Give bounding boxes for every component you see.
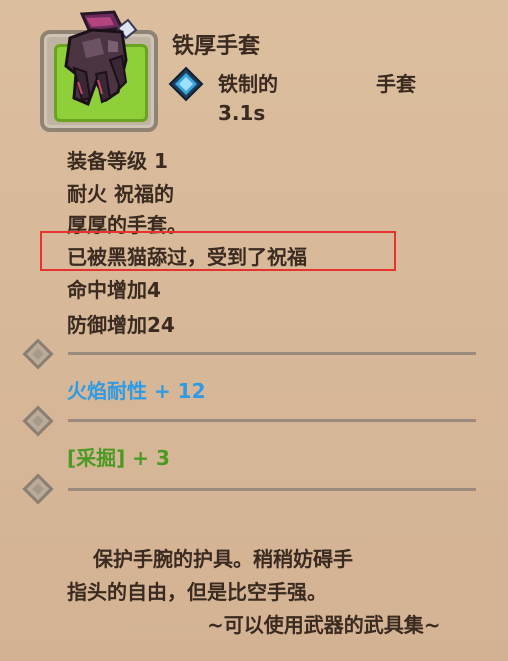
- item-tooltip-panel: 铁厚手套 铁制的 手套 3.1s 装备等级 1 耐火 祝福的 厚厚的手套。 已被…: [0, 0, 508, 661]
- item-material: 铁制的: [218, 72, 278, 96]
- blue-gem-icon: [168, 66, 204, 102]
- enchant-divider: [68, 488, 476, 491]
- highlight-box: [40, 231, 396, 271]
- item-speed: 3.1s: [218, 101, 266, 125]
- enchant-divider: [68, 352, 476, 355]
- enchant-slot-icon: [22, 338, 54, 370]
- enchant-slot-icon: [22, 405, 54, 437]
- flavor-source: ~可以使用武器的武具集~: [207, 613, 441, 637]
- attributes-text: 耐火 祝福的: [67, 182, 174, 206]
- flavor-text-line2: 指头的自由，但是比空手强。: [67, 580, 327, 604]
- flavor-text-line1: 保护手腕的护具。稍稍妨碍手: [93, 547, 353, 571]
- fire-resistance-stat: 火焰耐性 + 12: [67, 379, 206, 403]
- defense-bonus-text: 防御增加24: [67, 313, 175, 337]
- item-category: 手套: [376, 72, 416, 96]
- enchant-divider: [68, 419, 476, 422]
- equip-level-text: 装备等级 1: [67, 149, 168, 173]
- accuracy-bonus-text: 命中增加4: [67, 278, 161, 302]
- enchant-slot-icon: [22, 473, 54, 505]
- item-title: 铁厚手套: [172, 34, 261, 59]
- mining-stat: [采掘] + 3: [67, 446, 170, 470]
- glove-icon: [64, 10, 138, 107]
